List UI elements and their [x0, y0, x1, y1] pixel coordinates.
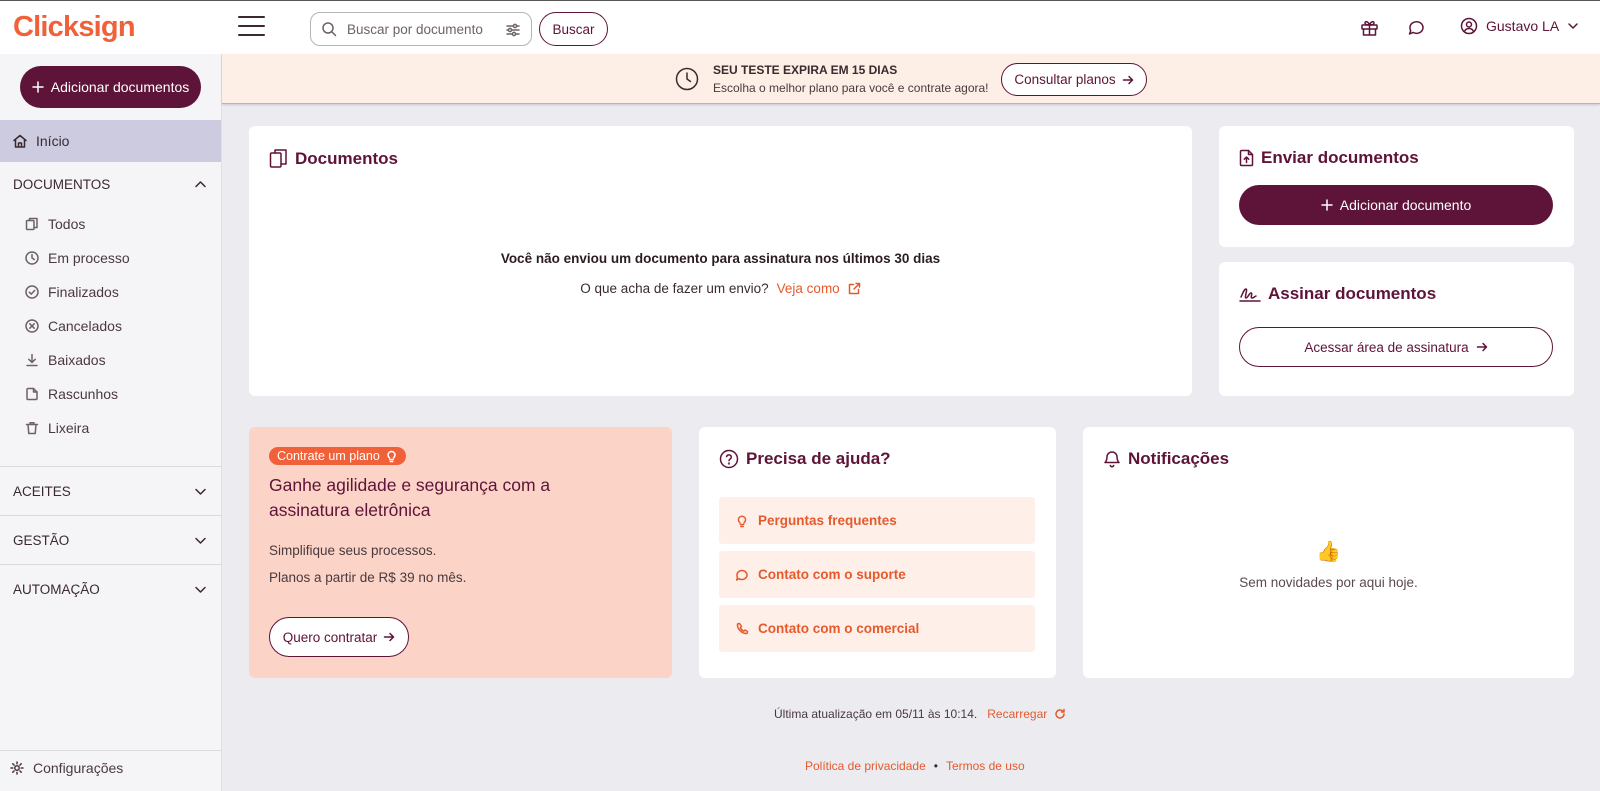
refresh-icon	[1055, 708, 1066, 719]
view-plans-button[interactable]: Consultar planos	[1001, 63, 1147, 96]
notifications-card: Notificações 👍 Sem novidades por aqui ho…	[1083, 427, 1574, 678]
lightbulb-icon	[387, 450, 396, 462]
documents-card: Documentos Você não enviou um documento …	[249, 126, 1192, 396]
arrow-right-icon	[1122, 75, 1133, 84]
filter-icon[interactable]	[505, 22, 521, 38]
chat-icon[interactable]	[1407, 18, 1426, 37]
plus-icon	[1320, 199, 1333, 211]
user-menu[interactable]: Gustavo LA	[1460, 17, 1579, 35]
add-documents-button[interactable]: Adicionar documentos	[20, 66, 201, 108]
sidebar-item-cancelados[interactable]: Cancelados	[25, 318, 122, 334]
help-circle-icon	[719, 449, 739, 469]
help-item-faq[interactable]: Perguntas frequentes	[719, 497, 1035, 544]
arrow-right-icon	[1476, 342, 1487, 352]
chat-icon	[735, 569, 748, 581]
chevron-down-icon	[195, 488, 206, 495]
chevron-down-icon	[195, 586, 206, 593]
footer-separator: •	[933, 759, 938, 773]
terms-of-use-link[interactable]: Termos de uso	[946, 759, 1025, 773]
notifications-title: Notificações	[1103, 449, 1229, 469]
sidebar-item-baixados[interactable]: Baixados	[25, 352, 106, 368]
promo-card: Contrate um plano Ganhe agilidade e segu…	[249, 427, 672, 678]
search-input[interactable]	[347, 21, 497, 37]
sidebar-item-lixeira[interactable]: Lixeira	[25, 420, 89, 436]
user-name: Gustavo LA	[1486, 18, 1560, 34]
copy-icon	[269, 149, 287, 168]
add-document-button[interactable]: Adicionar documento	[1239, 185, 1553, 225]
bell-icon	[1104, 451, 1120, 468]
footer-links: Política de privacidade • Termos de uso	[805, 759, 1025, 773]
trial-subtitle: Escolha o melhor plano para você e contr…	[713, 81, 989, 95]
sidebar-item-em-processo[interactable]: Em processo	[25, 250, 130, 266]
reload-link[interactable]: Recarregar	[987, 707, 1066, 721]
thumbs-up-icon: 👍	[1316, 541, 1341, 563]
trial-title: SEU TESTE EXPIRA EM 15 DIAS	[713, 63, 898, 77]
copy-icon	[25, 217, 38, 231]
lightbulb-icon	[737, 514, 747, 527]
documents-empty-message: Você não enviou um documento para assina…	[500, 251, 941, 266]
sign-documents-title: Assinar documentos	[1239, 284, 1436, 304]
promo-line-1: Simplifique seus processos.	[269, 543, 437, 558]
search-icon	[322, 22, 337, 37]
search-box	[310, 12, 532, 46]
contract-plan-button[interactable]: Quero contratar	[269, 617, 409, 657]
help-card-title: Precisa de ajuda?	[719, 449, 891, 469]
send-documents-card: Enviar documentos Adicionar documento	[1219, 126, 1574, 247]
sidebar-section-aceites[interactable]: ACEITES	[0, 467, 221, 515]
file-upload-icon	[1239, 149, 1254, 167]
divider	[0, 750, 221, 751]
arrow-right-icon	[384, 632, 395, 642]
menu-icon[interactable]	[238, 16, 265, 38]
chevron-down-icon	[195, 537, 206, 544]
clock-icon	[25, 251, 39, 265]
privacy-policy-link[interactable]: Política de privacidade	[805, 759, 926, 773]
send-documents-title: Enviar documentos	[1239, 148, 1419, 168]
x-circle-icon	[25, 319, 39, 333]
sidebar-section-automacao[interactable]: AUTOMAÇÃO	[0, 565, 221, 613]
gift-icon[interactable]	[1360, 18, 1379, 37]
help-card: Precisa de ajuda? Perguntas frequentes C…	[699, 427, 1056, 678]
signature-icon	[1239, 287, 1261, 302]
check-circle-icon	[25, 285, 39, 299]
promo-headline: Ganhe agilidade e segurança com a assina…	[269, 475, 551, 520]
signature-area-button[interactable]: Acessar área de assinatura	[1239, 327, 1553, 367]
user-icon	[1460, 17, 1478, 35]
home-icon	[13, 134, 27, 148]
trial-banner: SEU TESTE EXPIRA EM 15 DIAS Escolha o me…	[222, 54, 1600, 104]
top-bar: Clicksign Buscar Gustavo LA	[0, 0, 1600, 54]
last-update: Última atualização em 05/11 às 10:14. Re…	[774, 707, 1066, 721]
help-item-sales[interactable]: Contato com o comercial	[719, 605, 1035, 652]
sidebar-section-documents[interactable]: DOCUMENTOS	[0, 160, 221, 208]
draft-icon	[26, 387, 38, 401]
sign-documents-card: Assinar documentos Acessar área de assin…	[1219, 262, 1574, 396]
clicksign-logo[interactable]: Clicksign	[13, 11, 136, 44]
promo-line-2: Planos a partir de R$ 39 no mês.	[269, 570, 467, 585]
sidebar-item-rascunhos[interactable]: Rascunhos	[25, 386, 118, 402]
chevron-up-icon	[195, 180, 206, 187]
download-icon	[26, 353, 38, 367]
sidebar-section-gestao[interactable]: GESTÃO	[0, 516, 221, 564]
search-button[interactable]: Buscar	[539, 12, 608, 46]
plus-icon	[31, 81, 44, 93]
sidebar-item-finalizados[interactable]: Finalizados	[25, 284, 119, 300]
gear-icon	[10, 761, 24, 775]
clock-icon	[675, 67, 699, 91]
trash-icon	[25, 422, 39, 435]
documents-empty-prompt: O que acha de fazer um envio? Veja como	[249, 281, 1192, 296]
promo-badge: Contrate um plano	[269, 447, 406, 465]
sidebar-item-todos[interactable]: Todos	[25, 216, 85, 232]
notifications-empty-message: Sem novidades por aqui hoje.	[1239, 575, 1418, 590]
external-link-icon	[848, 282, 860, 295]
sidebar-item-home[interactable]: Início	[0, 120, 221, 162]
see-how-link[interactable]: Veja como	[777, 281, 861, 296]
help-item-support[interactable]: Contato com o suporte	[719, 551, 1035, 598]
documents-card-title: Documentos	[269, 148, 398, 169]
phone-icon	[736, 622, 749, 634]
sidebar-item-label: Início	[36, 133, 70, 149]
settings-link[interactable]: Configurações	[10, 760, 123, 776]
chevron-down-icon	[1568, 23, 1578, 29]
sidebar: Adicionar documentos Início DOCUMENTOS T…	[0, 54, 222, 791]
